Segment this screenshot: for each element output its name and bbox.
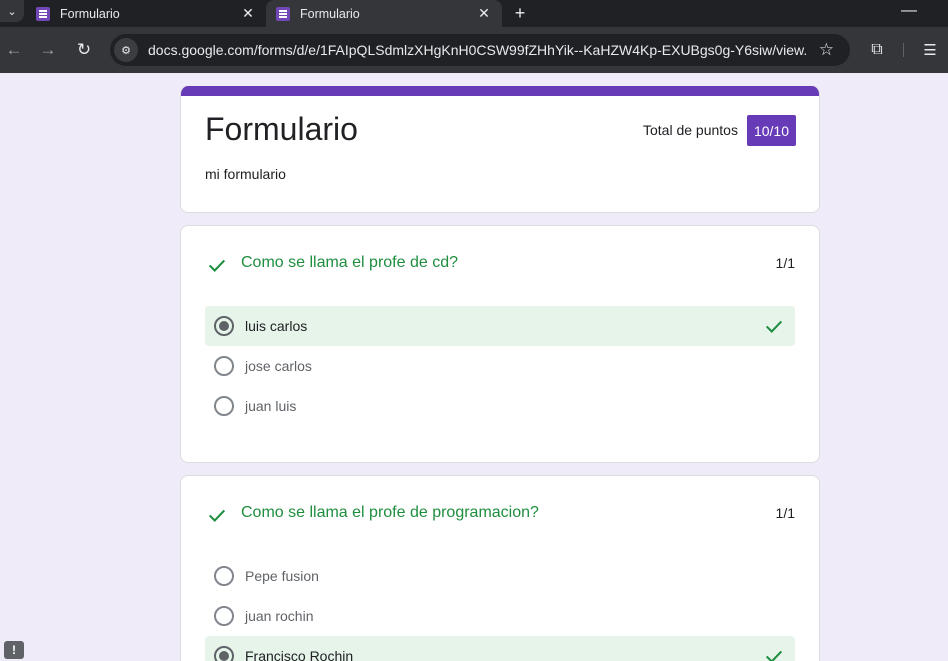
total-points-label: Total de puntos [643,122,738,138]
radio-unselected [214,606,234,626]
extensions-icon[interactable]: ⧉ [866,38,888,62]
question-card: Como se llama el profe de programacion? … [180,475,820,661]
google-forms-icon [276,6,290,21]
google-forms-icon [36,6,50,21]
radio-unselected [214,396,234,416]
option-item: juan luis [205,386,795,426]
question-score: 1/1 [775,255,795,271]
reload-icon[interactable]: ↻ [72,38,96,62]
close-icon[interactable]: ✕ [240,5,256,22]
option-item: luis carlos [205,306,795,346]
correct-check-icon [208,259,226,272]
new-tab-button[interactable]: + [509,0,531,27]
question-title: Como se llama el profe de cd? [241,254,458,271]
question-title: Como se llama el profe de programacion? [241,504,539,521]
browser-toolbar: ← → ↻ ⚙ docs.google.com/forms/d/e/1FAIpQ… [0,27,948,73]
url-text[interactable]: docs.google.com/forms/d/e/1FAIpQLSdmlzXH… [148,42,808,58]
radio-selected [214,646,234,661]
radio-unselected [214,356,234,376]
question-score: 1/1 [775,505,795,521]
radio-selected [214,316,234,336]
option-item: Pepe fusion [205,556,795,596]
option-label: juan luis [245,398,297,414]
reading-list-icon[interactable]: ☰ [918,38,942,62]
form-description: mi formulario [205,166,286,182]
option-label: Francisco Rochin [245,648,354,661]
form-title: Formulario [205,111,358,147]
tab-search-button[interactable]: ⌄ [0,0,24,22]
tab-title: Formulario [60,6,120,21]
correct-check-icon [208,509,226,522]
forward-arrow-icon[interactable]: → [36,38,60,62]
option-item: juan rochin [205,596,795,636]
tab-strip: ⌄ Formulario ✕ Formulario ✕ + — [0,0,948,27]
radio-unselected [214,566,234,586]
option-label: luis carlos [245,318,308,334]
total-points-badge: 10/10 [747,115,796,146]
form-accent-bar [181,86,819,96]
back-arrow-icon[interactable]: ← [2,38,26,62]
option-label: jose carlos [245,358,312,374]
tab-inactive[interactable]: Formulario ✕ [26,0,266,27]
close-icon[interactable]: ✕ [476,5,492,22]
feedback-button[interactable]: ! [4,641,24,659]
tab-active[interactable]: Formulario ✕ [266,0,502,27]
correct-check-icon [765,320,783,333]
site-info-icon[interactable]: ⚙ [114,38,138,62]
minimize-button[interactable]: — [898,0,920,22]
option-label: juan rochin [245,608,314,624]
tab-title: Formulario [300,6,360,21]
option-item: Francisco Rochin [205,636,795,661]
option-item: jose carlos [205,346,795,386]
form-header-card: Formulario mi formulario Total de puntos… [180,86,820,213]
toolbar-divider [903,43,904,57]
correct-check-icon [765,650,783,661]
question-card: Como se llama el profe de cd? 1/1 luis c… [180,225,820,463]
address-bar[interactable]: ⚙ docs.google.com/forms/d/e/1FAIpQLSdmlz… [110,34,850,66]
bookmark-star-icon[interactable]: ☆ [819,40,834,60]
option-label: Pepe fusion [245,568,319,584]
